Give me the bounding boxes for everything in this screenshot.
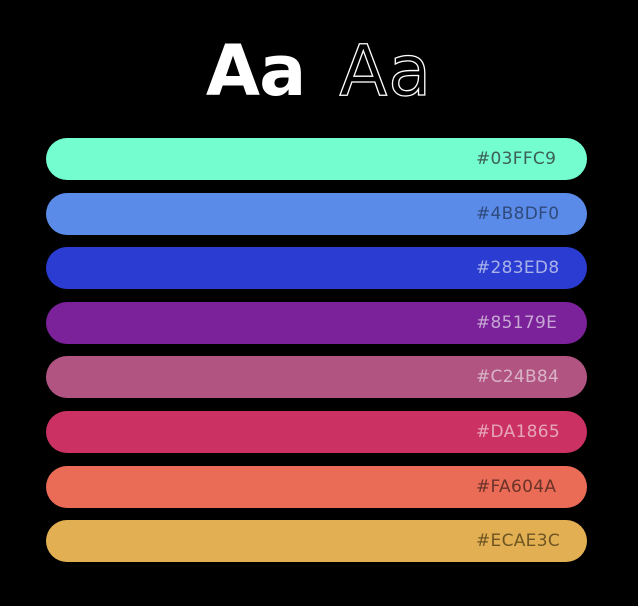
hex-code-label: #85179E bbox=[476, 312, 558, 333]
hex-code-label: #ECAE3C bbox=[476, 531, 561, 552]
color-swatch: #283ED8 bbox=[46, 247, 587, 290]
color-swatch: #85179E bbox=[46, 301, 587, 344]
hex-code-label: #283ED8 bbox=[476, 258, 560, 279]
color-swatch: #C24B84 bbox=[46, 356, 587, 399]
hex-code-label: #03FFC9 bbox=[476, 149, 557, 169]
color-swatch: #FA604A bbox=[46, 465, 587, 508]
color-swatch-list: #03FFC9 #4B8DF0 #283ED8 #85179E #C24B84 … bbox=[46, 138, 587, 575]
color-swatch: #4B8DF0 bbox=[46, 192, 587, 235]
type-specimen: Aa Aa bbox=[0, 28, 638, 114]
bold-type-sample: Aa bbox=[205, 30, 306, 112]
color-swatch: #DA1865 bbox=[46, 410, 587, 453]
color-swatch: #03FFC9 bbox=[46, 138, 587, 180]
color-swatch: #ECAE3C bbox=[46, 520, 587, 563]
hex-code-label: #4B8DF0 bbox=[476, 203, 560, 224]
light-type-sample: Aa bbox=[339, 30, 433, 112]
hex-code-label: #DA1865 bbox=[476, 421, 561, 442]
hex-code-label: #C24B84 bbox=[476, 367, 560, 388]
hex-code-label: #FA604A bbox=[476, 476, 557, 497]
